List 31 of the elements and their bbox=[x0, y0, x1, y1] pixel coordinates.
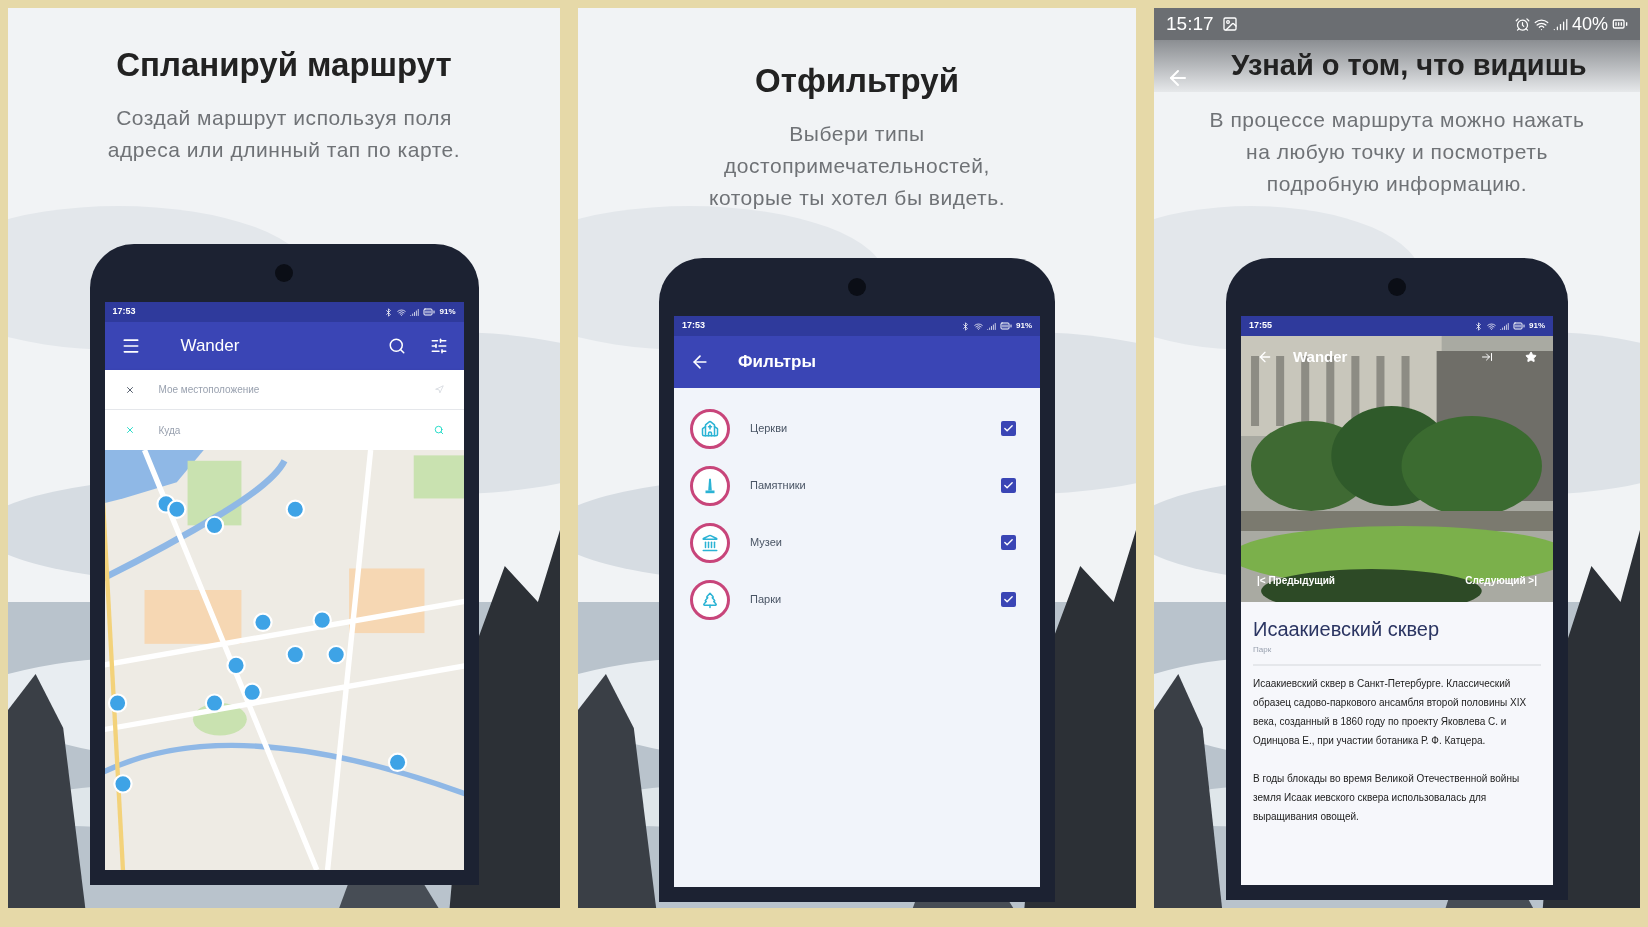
app-title: Фильтры bbox=[738, 351, 816, 374]
subtitle-line: Выбери типы bbox=[789, 120, 925, 147]
check-icon bbox=[1003, 594, 1014, 605]
check-icon bbox=[1003, 423, 1014, 434]
subtitle-line: которые ты хотел бы видеть. bbox=[708, 184, 1006, 211]
battery-icon bbox=[1000, 320, 1012, 332]
checkbox[interactable] bbox=[1001, 421, 1016, 436]
tree-icon bbox=[701, 590, 719, 609]
wifi-icon bbox=[974, 321, 983, 331]
landmark-icon bbox=[701, 533, 719, 552]
filter-row[interactable]: Музеи bbox=[674, 514, 1040, 571]
checkbox[interactable] bbox=[1001, 535, 1016, 550]
filter-label: Музеи bbox=[750, 535, 783, 551]
checkbox[interactable] bbox=[1001, 592, 1016, 607]
speaker-icon bbox=[848, 278, 866, 296]
filter-row[interactable]: Парки bbox=[674, 571, 1040, 628]
check-icon bbox=[1003, 537, 1014, 548]
filter-row[interactable]: Памятники bbox=[674, 457, 1040, 514]
signal-icon bbox=[987, 321, 996, 331]
church-icon bbox=[701, 419, 719, 438]
battery-level: 91% bbox=[1016, 320, 1032, 332]
panel-title: Отфильтруй bbox=[755, 61, 959, 101]
filter-label: Парки bbox=[750, 592, 783, 608]
filter-label: Памятники bbox=[750, 478, 807, 494]
subtitle-line: достопримечательностей, bbox=[724, 152, 990, 179]
status-time: 17:53 bbox=[682, 319, 706, 333]
check-icon bbox=[1003, 480, 1014, 491]
filter-label: Церкви bbox=[750, 421, 789, 437]
filter-row[interactable]: Церкви bbox=[674, 400, 1040, 457]
bluetooth-icon bbox=[961, 321, 970, 331]
checkbox[interactable] bbox=[1001, 478, 1016, 493]
